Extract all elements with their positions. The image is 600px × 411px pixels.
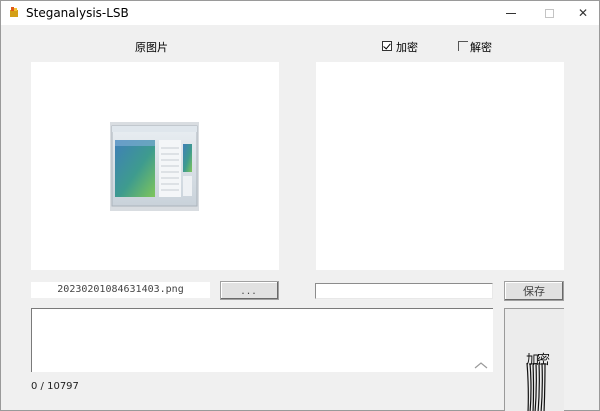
filename-field: 20230201084631403.png	[31, 282, 210, 298]
close-icon: ✕	[577, 6, 589, 20]
character-counter: 0 / 10797	[31, 381, 79, 392]
encrypt-checkbox[interactable]	[382, 41, 392, 51]
decrypt-label: 解密	[470, 41, 492, 54]
chevron-up-icon	[474, 362, 488, 369]
output-path-input[interactable]	[315, 283, 493, 299]
original-image-panel	[31, 62, 279, 270]
app-icon	[10, 7, 18, 17]
message-textarea[interactable]	[31, 308, 493, 372]
minimize-button[interactable]	[494, 1, 528, 25]
original-image-label: 原图片	[135, 41, 168, 54]
save-button[interactable]: 保存	[504, 281, 564, 301]
encrypt-label: 加密	[396, 41, 418, 54]
result-image-panel	[316, 62, 564, 270]
close-button[interactable]: ✕	[566, 1, 600, 25]
maximize-button[interactable]	[532, 1, 566, 25]
minimize-icon	[506, 12, 516, 14]
glitch-stripes-icon	[526, 363, 546, 411]
encrypt-action-button[interactable]: 加密	[504, 308, 564, 411]
window-title: Steganalysis-LSB	[26, 6, 129, 20]
image-placeholder-icon	[110, 122, 199, 211]
main-window: Steganalysis-LSB ✕ 原图片 加密 解密 20230201084…	[0, 0, 600, 411]
decrypt-checkbox[interactable]	[458, 41, 468, 51]
browse-button[interactable]: ...	[220, 281, 279, 300]
maximize-icon	[544, 8, 554, 18]
title-bar: Steganalysis-LSB ✕	[1, 1, 599, 25]
